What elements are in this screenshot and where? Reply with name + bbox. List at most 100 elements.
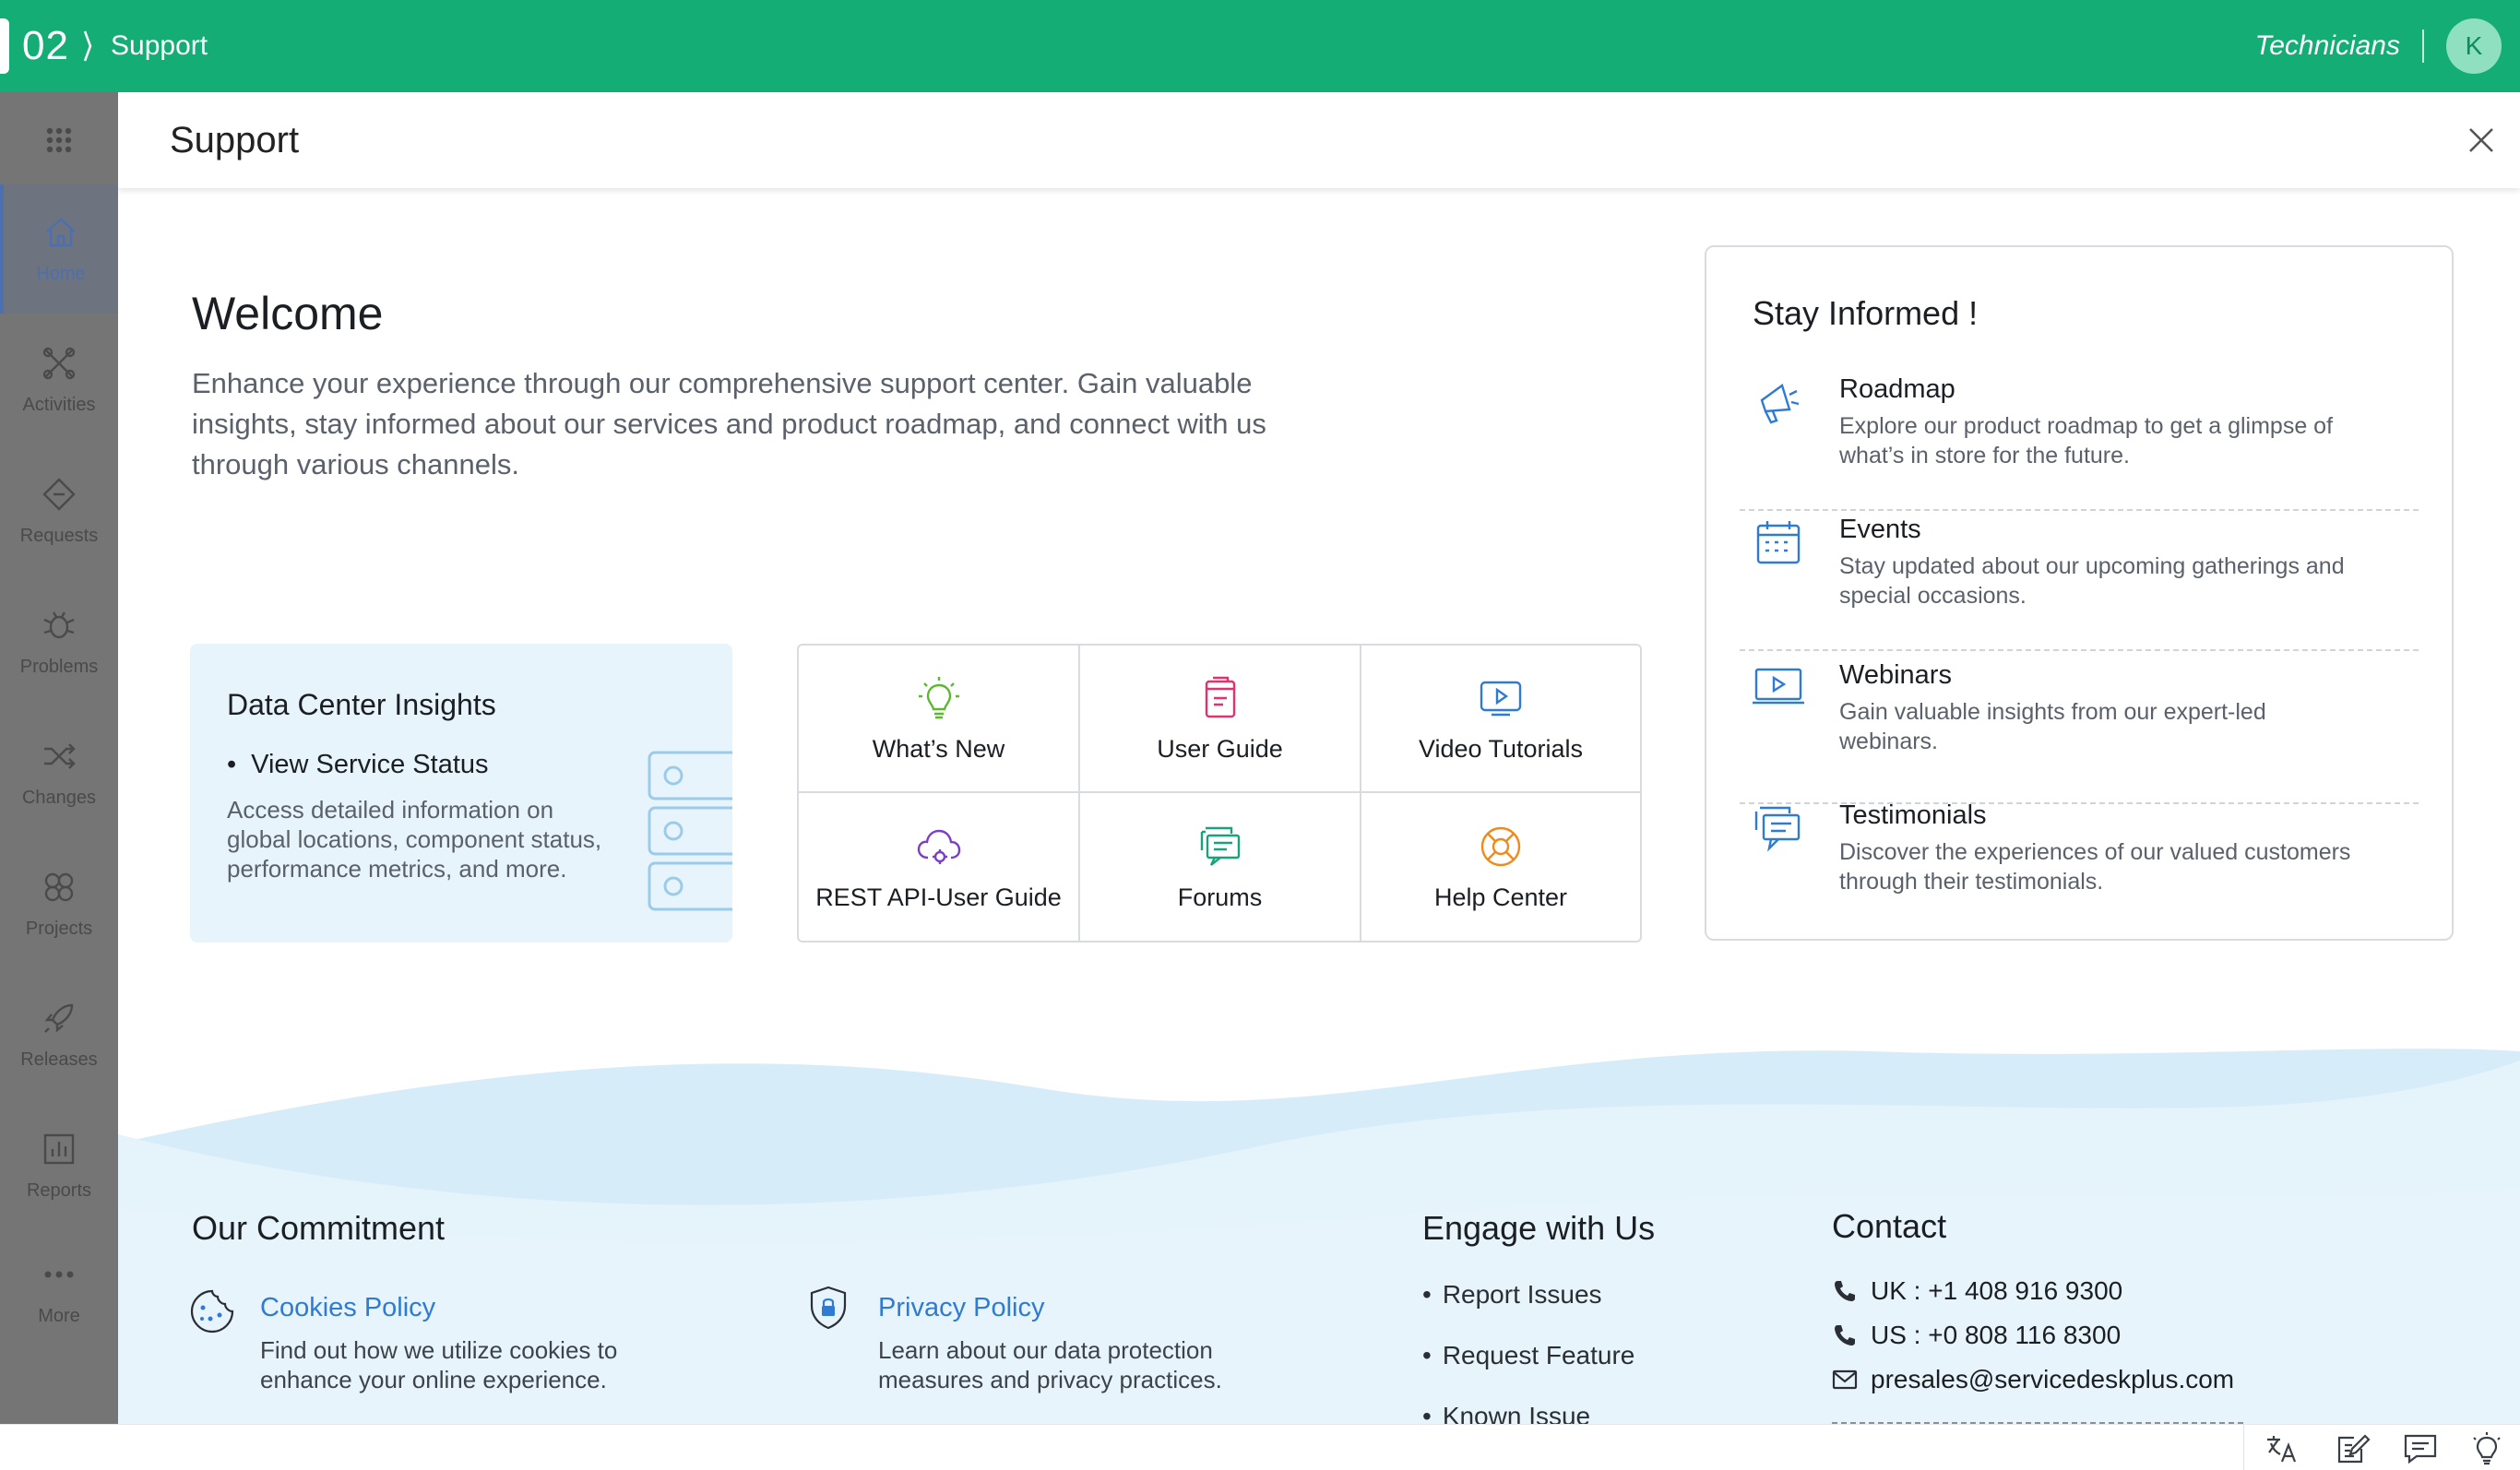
quick-links-grid: What’s New User Guide Video Tutorials RE… [797, 644, 1642, 942]
user-guide-link[interactable]: User Guide [1080, 646, 1361, 793]
known-issue-link[interactable]: Known Issue [1422, 1400, 1590, 1424]
video-tutorials-link[interactable]: Video Tutorials [1361, 646, 1640, 793]
sidebar-item-home[interactable]: Home [0, 184, 118, 314]
webinars-title: Webinars [1839, 660, 1952, 690]
lifebuoy-icon [1480, 826, 1521, 866]
app-menu-button[interactable] [0, 113, 118, 168]
projects-icon [44, 872, 74, 901]
reports-icon [43, 1133, 75, 1164]
lightbulb-icon [2473, 1432, 2501, 1465]
header-divider [2422, 30, 2424, 63]
contact-title: Contact [1832, 1207, 1947, 1245]
sidebar-item-requests[interactable]: Requests [0, 446, 118, 575]
phone-icon [1835, 1325, 1855, 1346]
contact-us-phone[interactable]: US : +0 808 116 8300 [1832, 1319, 2121, 1352]
testimonials-title: Testimonials [1839, 800, 1987, 830]
rest-api-user-guide-link[interactable]: REST API-User Guide [799, 793, 1080, 941]
problems-icon [43, 611, 75, 638]
phone-icon [1835, 1281, 1855, 1301]
user-avatar[interactable]: K [2446, 18, 2502, 74]
report-issues-link[interactable]: Report Issues [1422, 1278, 1602, 1311]
sidebar-item-label: Projects [25, 918, 93, 939]
more-icon [44, 1271, 74, 1277]
breadcrumb-separator-icon [83, 30, 92, 62]
translate-icon [2267, 1436, 2297, 1463]
chat-button[interactable] [2402, 1430, 2439, 1467]
support-panel: Support Welcome Enhance your experience … [118, 92, 2520, 1424]
roadmap-item[interactable]: Roadmap Explore our product roadmap to g… [1740, 373, 2419, 511]
events-item[interactable]: Events Stay updated about our upcoming g… [1740, 513, 2419, 651]
app-logo-number[interactable]: 02 [22, 18, 69, 74]
testimonials-description: Discover the experiences of our valued c… [1839, 839, 2351, 895]
events-description: Stay updated about our upcoming gatherin… [1839, 553, 2345, 609]
sidebar-item-problems[interactable]: Problems [0, 577, 118, 706]
data-center-title: Data Center Insights [227, 688, 496, 721]
translate-button[interactable] [2264, 1430, 2300, 1467]
contact-uk-text: UK : +1 408 916 9300 [1871, 1276, 2123, 1305]
mail-icon [1832, 1369, 1858, 1390]
whats-new-link[interactable]: What’s New [799, 646, 1080, 793]
contact-uk-phone[interactable]: UK : +1 408 916 9300 [1832, 1274, 2122, 1308]
megaphone-icon [1760, 384, 1800, 424]
contact-us-text: US : +0 808 116 8300 [1871, 1321, 2122, 1349]
bottom-toolbar [0, 1424, 2520, 1470]
sidebar-item-label: Activities [22, 394, 96, 415]
sidebar: Home Activities Requests Problems Change… [0, 92, 118, 1424]
cookies-policy-description: Find out how we utilize cookies to enhan… [260, 1336, 618, 1393]
engage-title: Engage with Us [1422, 1209, 1656, 1247]
testimonials-item[interactable]: Testimonials Discover the experiences of… [1740, 799, 2419, 937]
forums-link[interactable]: Forums [1080, 793, 1361, 941]
close-button[interactable] [2463, 122, 2500, 159]
view-service-status-link[interactable]: View Service Status [227, 747, 488, 782]
close-icon [2469, 128, 2493, 152]
app-grid-icon [46, 127, 72, 153]
roadmap-description: Explore our product roadmap to get a gli… [1839, 413, 2334, 468]
quick-link-label: Video Tutorials [1418, 734, 1584, 763]
video-icon [1480, 681, 1522, 716]
forum-icon [1200, 826, 1240, 866]
cloud-gear-icon [917, 829, 960, 864]
contact-email[interactable]: presales@servicedeskplus.com [1832, 1363, 2234, 1396]
sidebar-item-label: Home [36, 263, 86, 284]
sidebar-item-reports[interactable]: Reports [0, 1101, 118, 1230]
request-feature-link[interactable]: Request Feature [1422, 1339, 1635, 1372]
contact-email-text: presales@servicedeskplus.com [1871, 1365, 2235, 1393]
data-center-description: Access detailed information on global lo… [227, 796, 602, 883]
cookie-icon [190, 1289, 234, 1334]
testimonial-icon [1754, 806, 1801, 852]
quick-link-label: Forums [1177, 883, 1263, 911]
webinars-description: Gain valuable insights from our expert-l… [1839, 699, 2266, 754]
sidebar-item-label: Requests [19, 525, 99, 546]
book-icon [1205, 676, 1235, 717]
calendar-icon [1756, 521, 1801, 564]
lightbulb-icon [918, 676, 959, 718]
home-icon [46, 217, 76, 246]
quick-link-label: REST API-User Guide [815, 883, 1062, 911]
sidebar-item-projects[interactable]: Projects [0, 839, 118, 968]
welcome-text: Enhance your experience through our comp… [192, 367, 1266, 480]
commitment-title: Our Commitment [192, 1209, 446, 1247]
sidebar-item-changes[interactable]: Changes [0, 708, 118, 837]
app-name[interactable]: Support [111, 28, 208, 65]
webinar-icon [1753, 668, 1804, 705]
quick-link-label: Help Center [1433, 883, 1568, 911]
panel-header: Support [118, 92, 2520, 188]
events-title: Events [1839, 515, 1921, 544]
sidebar-item-label: Problems [19, 656, 99, 677]
server-stack-icon [648, 751, 732, 911]
role-switcher[interactable]: Technicians [2255, 28, 2400, 65]
privacy-policy-link[interactable]: Privacy Policy [878, 1291, 1045, 1324]
quick-link-label: User Guide [1157, 734, 1283, 763]
notes-button[interactable] [2334, 1430, 2371, 1467]
sidebar-item-label: More [38, 1305, 80, 1326]
logo-mark [0, 18, 9, 74]
page-title: Support [170, 120, 300, 160]
sidebar-item-releases[interactable]: Releases [0, 970, 118, 1099]
cookies-policy-link[interactable]: Cookies Policy [260, 1291, 435, 1324]
tips-button[interactable] [2468, 1430, 2505, 1467]
help-center-link[interactable]: Help Center [1361, 793, 1640, 941]
webinars-item[interactable]: Webinars Gain valuable insights from our… [1740, 658, 2419, 804]
welcome-title: Welcome [192, 288, 384, 339]
sidebar-item-activities[interactable]: Activities [0, 315, 118, 445]
sidebar-item-more[interactable]: More [0, 1227, 118, 1356]
